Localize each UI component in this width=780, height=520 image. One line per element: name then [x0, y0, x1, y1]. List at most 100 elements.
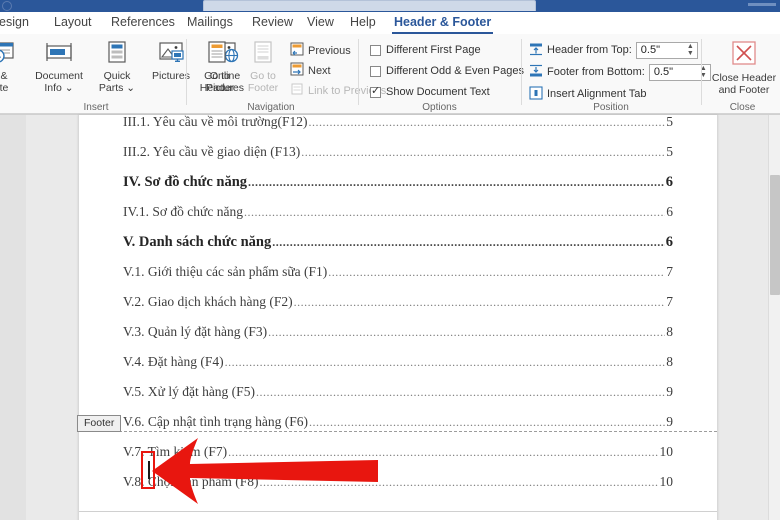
show-document-text-label: Show Document Text: [386, 86, 490, 98]
toc-leader-dots: ........................................…: [256, 377, 665, 407]
link-to-previous-icon: [290, 82, 304, 99]
ribbon-group-options: Different First Page Different Odd & Eve…: [362, 34, 517, 114]
close-header-and-footer-label: Close Header and Footer: [710, 73, 778, 96]
scrollbar-thumb[interactable]: [770, 175, 780, 295]
quick-parts-button[interactable]: Quick Parts ⌄: [92, 37, 142, 99]
document-canvas: III.1. Yêu cầu về môi trường(F12).......…: [0, 114, 780, 520]
vertical-ruler[interactable]: [0, 115, 26, 520]
tab-help[interactable]: Help: [348, 14, 378, 34]
document-page[interactable]: III.1. Yêu cầu về môi trường(F12).......…: [78, 115, 718, 520]
document-info-button[interactable]: Document Info ⌄: [28, 37, 90, 99]
toc-entry[interactable]: V.2. Giao dịch khách hàng (F2)..........…: [123, 287, 673, 317]
tab-mailings[interactable]: Mailings: [185, 14, 235, 34]
insert-alignment-tab-button[interactable]: Insert Alignment Tab: [529, 85, 646, 103]
toc-leader-dots: ........................................…: [225, 347, 666, 377]
window-buttons[interactable]: [748, 3, 776, 6]
next-button[interactable]: Next: [290, 62, 331, 79]
toc-leader-dots: ........................................…: [268, 317, 665, 347]
toc-entry-title: IV.1. Sơ đồ chức năng: [123, 197, 243, 227]
toc-leader-dots: ........................................…: [294, 287, 666, 317]
spinner-arrows-icon[interactable]: ▲▼: [686, 43, 695, 58]
page-bottom-edge: [79, 511, 717, 512]
header-from-top-input[interactable]: 0.5" ▲▼: [636, 42, 698, 59]
footer-from-bottom-icon: [529, 64, 543, 81]
toc-leader-dots: ........................................…: [328, 257, 665, 287]
date-and-time-button[interactable]: & te: [0, 37, 30, 99]
different-odd-even-pages-checkbox[interactable]: Different Odd & Even Pages: [370, 63, 524, 79]
toc-entry[interactable]: III.1. Yêu cầu về môi trường(F12).......…: [123, 107, 673, 137]
go-to-header-label: Go to Header: [194, 71, 240, 94]
header-from-top-icon: [529, 42, 543, 59]
toc-entry[interactable]: V.3. Quản lý đặt hàng (F3)..............…: [123, 317, 673, 347]
show-document-text-checkbox[interactable]: Show Document Text: [370, 84, 490, 100]
go-to-header-icon: [194, 40, 240, 69]
window-control-icon[interactable]: [2, 1, 12, 11]
group-label-close: Close: [705, 102, 780, 113]
group-separator-2: [358, 39, 359, 105]
toc-entry-title: V.1. Giới thiệu các sản phẩm sữa (F1): [123, 257, 327, 287]
footer-tag-label: Footer: [77, 415, 121, 432]
toc-entry-page-number: 7: [666, 257, 673, 287]
toc-entry[interactable]: III.2. Yêu cầu về giao diện (F13).......…: [123, 137, 673, 167]
toc-leader-dots: ........................................…: [260, 467, 659, 497]
tab-review[interactable]: Review: [250, 14, 295, 34]
vertical-scrollbar[interactable]: [768, 115, 780, 520]
toc-entry-page-number: 10: [660, 467, 674, 497]
tab-references[interactable]: References: [109, 14, 177, 34]
toc-entry-title: V.6. Cập nhật tình trạng hàng (F6): [123, 407, 308, 437]
toc-entry-title: V.4. Đặt hàng (F4): [123, 347, 224, 377]
footer-from-bottom-label: Footer from Bottom:: [547, 66, 645, 78]
toc-leader-dots: ........................................…: [228, 437, 658, 467]
toc-entry-page-number: 6: [666, 227, 673, 257]
toc-entry-page-number: 7: [666, 287, 673, 317]
ribbon-group-insert: & te Document Info ⌄: [0, 34, 176, 114]
toc-entry-title: V.7. Tìm kiếm (F7): [123, 437, 227, 467]
toc-entry[interactable]: IV. Sơ đồ chức năng.....................…: [123, 167, 673, 197]
document-info-label: Document Info ⌄: [28, 71, 90, 94]
toc-entry[interactable]: V.6. Cập nhật tình trạng hàng (F6)......…: [123, 407, 673, 437]
quick-parts-label: Quick Parts ⌄: [92, 71, 142, 94]
go-to-header-button[interactable]: Go to Header: [194, 37, 240, 99]
footer-from-bottom-row: Footer from Bottom: 0.5" ▲▼: [529, 63, 711, 81]
go-to-footer-button[interactable]: Go to Footer: [240, 37, 286, 99]
go-to-footer-icon: [240, 40, 286, 69]
toc-leader-dots: ........................................…: [309, 407, 665, 437]
header-from-top-value: 0.5": [641, 44, 660, 56]
title-bar: [0, 0, 780, 12]
quick-parts-icon: [92, 40, 142, 69]
toc-entry-page-number: 10: [660, 437, 674, 467]
toc-entry-title: V.3. Quản lý đặt hàng (F3): [123, 317, 267, 347]
toc-entry-page-number: 6: [666, 197, 673, 227]
search-box[interactable]: [203, 0, 536, 11]
different-first-page-checkbox[interactable]: Different First Page: [370, 42, 481, 58]
toc-entry[interactable]: V.7. Tìm kiếm (F7)......................…: [123, 437, 673, 467]
checkbox-icon: [370, 66, 381, 77]
toc-entry[interactable]: IV.1. Sơ đồ chức năng...................…: [123, 197, 673, 227]
ribbon-tabs: Design Layout References Mailings Review…: [0, 12, 780, 34]
header-from-top-row: Header from Top: 0.5" ▲▼: [529, 41, 698, 59]
group-separator-4: [701, 39, 702, 105]
ribbon-group-position: Header from Top: 0.5" ▲▼ Footer from Bot…: [525, 34, 697, 114]
date-and-time-label: & te: [0, 71, 30, 94]
tab-header-and-footer[interactable]: Header & Footer: [392, 14, 493, 34]
toc-entry-page-number: 6: [666, 167, 673, 197]
word-window: Design Layout References Mailings Review…: [0, 0, 780, 520]
toc-entry[interactable]: V.4. Đặt hàng (F4)......................…: [123, 347, 673, 377]
previous-button[interactable]: Previous: [290, 42, 351, 59]
toc-entry-title: III.1. Yêu cầu về môi trường(F12): [123, 107, 308, 137]
tab-view[interactable]: View: [305, 14, 336, 34]
tab-layout[interactable]: Layout: [52, 14, 94, 34]
table-of-contents: III.1. Yêu cầu về môi trường(F12).......…: [123, 107, 673, 497]
toc-entry[interactable]: V.8. Chọn sản phẩm (F8).................…: [123, 467, 673, 497]
next-icon: [290, 62, 304, 79]
toc-entry[interactable]: V. Danh sách chức năng..................…: [123, 227, 673, 257]
go-to-footer-label: Go to Footer: [240, 71, 286, 94]
toc-entry[interactable]: V.5. Xử lý đặt hàng (F5)................…: [123, 377, 673, 407]
toc-entry[interactable]: V.1. Giới thiệu các sản phẩm sữa (F1)...…: [123, 257, 673, 287]
toc-leader-dots: ........................................…: [301, 137, 665, 167]
toc-entry-title: III.2. Yêu cầu về giao diện (F13): [123, 137, 300, 167]
tab-design[interactable]: Design: [0, 14, 31, 34]
toc-leader-dots: ........................................…: [272, 227, 665, 257]
group-separator-3: [521, 39, 522, 105]
close-header-and-footer-button[interactable]: Close Header and Footer: [710, 37, 778, 99]
